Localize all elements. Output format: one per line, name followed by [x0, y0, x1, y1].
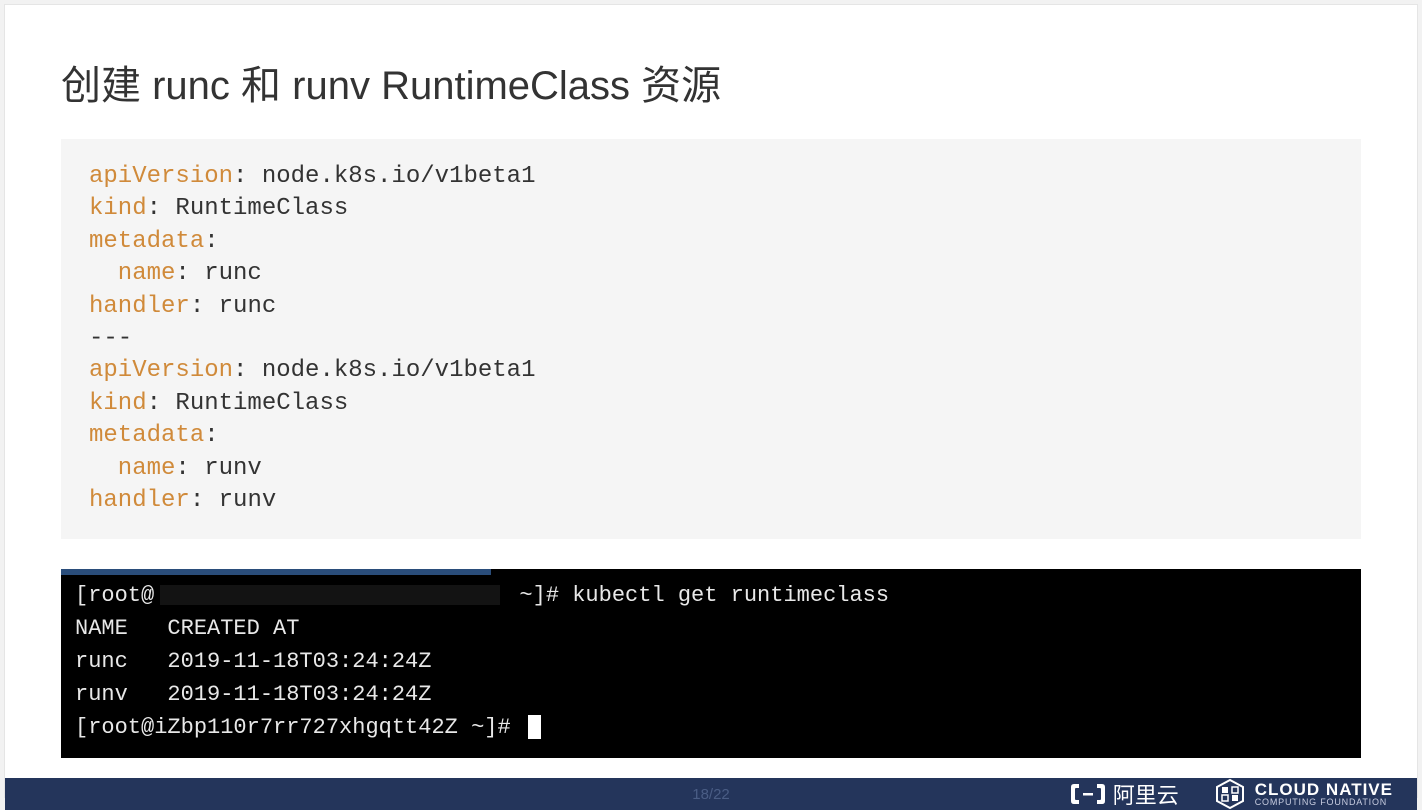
redacted-hostname	[160, 585, 500, 605]
yaml-val: :	[204, 228, 218, 255]
terminal-command: ~]# kubectl get runtimeclass	[506, 583, 889, 608]
terminal-output: [root@ ~]# kubectl get runtimeclass NAME…	[61, 569, 1361, 758]
yaml-val: : runc	[190, 293, 276, 320]
yaml-val: : runc	[175, 260, 261, 287]
terminal-data-row: runc 2019-11-18T03:24:24Z	[75, 649, 431, 674]
cncf-hexagon-icon	[1215, 778, 1245, 810]
yaml-key: name	[89, 260, 175, 287]
yaml-key: kind	[89, 390, 147, 417]
yaml-key: metadata	[89, 228, 204, 255]
alibaba-cloud-label: 阿里云	[1113, 778, 1179, 810]
page-indicator: 18/22	[692, 786, 730, 803]
terminal-prompt: [root@iZbp110r7rr727xhgqtt42Z ~]#	[75, 715, 524, 740]
bracket-icon	[1071, 782, 1105, 806]
terminal-titlebar	[61, 569, 491, 575]
cncf-sub-label: COMPUTING FOUNDATION	[1255, 798, 1393, 807]
yaml-key: name	[89, 455, 175, 482]
cncf-text: CLOUD NATIVE COMPUTING FOUNDATION	[1255, 781, 1393, 807]
terminal-header-row: NAME CREATED AT	[75, 616, 299, 641]
yaml-key: kind	[89, 195, 147, 222]
cncf-logo: CLOUD NATIVE COMPUTING FOUNDATION	[1215, 778, 1393, 810]
terminal-data-row: runv 2019-11-18T03:24:24Z	[75, 682, 431, 707]
yaml-val: : runv	[190, 487, 276, 514]
yaml-key: apiVersion	[89, 357, 233, 384]
alibaba-cloud-logo: 阿里云	[1071, 778, 1179, 810]
yaml-val: : RuntimeClass	[147, 390, 349, 417]
terminal-prompt: [root@	[75, 583, 154, 608]
slide-content: 创建 runc 和 runv RuntimeClass 资源 apiVersio…	[5, 5, 1417, 778]
terminal-cursor-icon	[528, 715, 541, 739]
yaml-key: handler	[89, 293, 190, 320]
yaml-key: handler	[89, 487, 190, 514]
yaml-separator: ---	[89, 325, 132, 352]
slide: 创建 runc 和 runv RuntimeClass 资源 apiVersio…	[4, 4, 1418, 798]
yaml-key: apiVersion	[89, 163, 233, 190]
yaml-val: : node.k8s.io/v1beta1	[233, 163, 535, 190]
slide-title: 创建 runc 和 runv RuntimeClass 资源	[61, 53, 1361, 111]
yaml-val: : node.k8s.io/v1beta1	[233, 357, 535, 384]
yaml-val: : RuntimeClass	[147, 195, 349, 222]
yaml-key: metadata	[89, 422, 204, 449]
slide-footer: 18/22 阿里云 CLOUD NATIVE	[5, 778, 1417, 810]
yaml-val: :	[204, 422, 218, 449]
yaml-code-block: apiVersion: node.k8s.io/v1beta1 kind: Ru…	[61, 139, 1361, 539]
yaml-val: : runv	[175, 455, 261, 482]
cncf-main-label: CLOUD NATIVE	[1255, 781, 1393, 798]
footer-logos: 阿里云 CLOUD NATIVE COMPUTING FOUNDATION	[1071, 778, 1393, 810]
